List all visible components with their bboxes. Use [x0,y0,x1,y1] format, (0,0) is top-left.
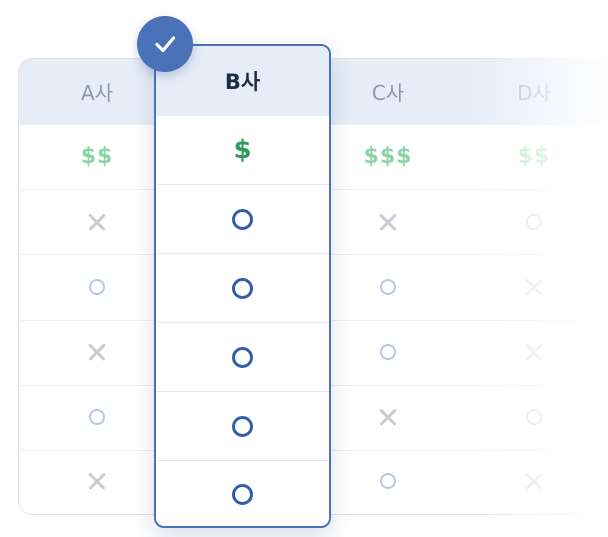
selected-badge [137,16,193,72]
price-cell: $$ [54,124,140,189]
circle-icon [89,278,105,295]
circle-icon [232,208,253,230]
cross-icon [524,277,544,297]
column-label: D사 [517,80,551,105]
cross-icon [524,471,544,491]
circle-icon [232,346,253,368]
price-level: $$ [517,144,551,169]
comparison-stage: A사 $$ C사 $$$ D사 $$ B사 $ [0,0,608,537]
cross-icon [378,407,398,427]
circle-icon [232,415,253,437]
cross-icon [524,342,544,362]
circle-icon [89,408,105,425]
price-cell: $$$ [345,124,431,189]
column-label: C사 [371,80,405,105]
circle-icon [232,484,253,505]
column-header: C사 [345,58,431,124]
price-level: $$$ [363,144,413,169]
price-level: $$ [80,144,114,169]
price-cell: $ [156,116,329,184]
checkmark-icon [155,36,176,53]
circle-icon [380,343,396,360]
column-label: B사 [224,70,261,94]
column-header: D사 [491,58,577,124]
circle-icon [526,213,542,230]
circle-icon [380,473,396,489]
cross-icon [87,471,107,491]
circle-icon [526,408,542,425]
circle-icon [232,277,253,299]
cross-icon [87,212,107,232]
column-b-selected-card[interactable]: B사 $ [154,44,331,528]
circle-icon [380,278,396,295]
cross-icon [87,342,107,362]
price-level: $ [233,135,252,165]
price-cell: $$ [491,124,577,189]
column-label: A사 [80,80,114,105]
column-header: A사 [54,58,140,124]
cross-icon [378,212,398,232]
